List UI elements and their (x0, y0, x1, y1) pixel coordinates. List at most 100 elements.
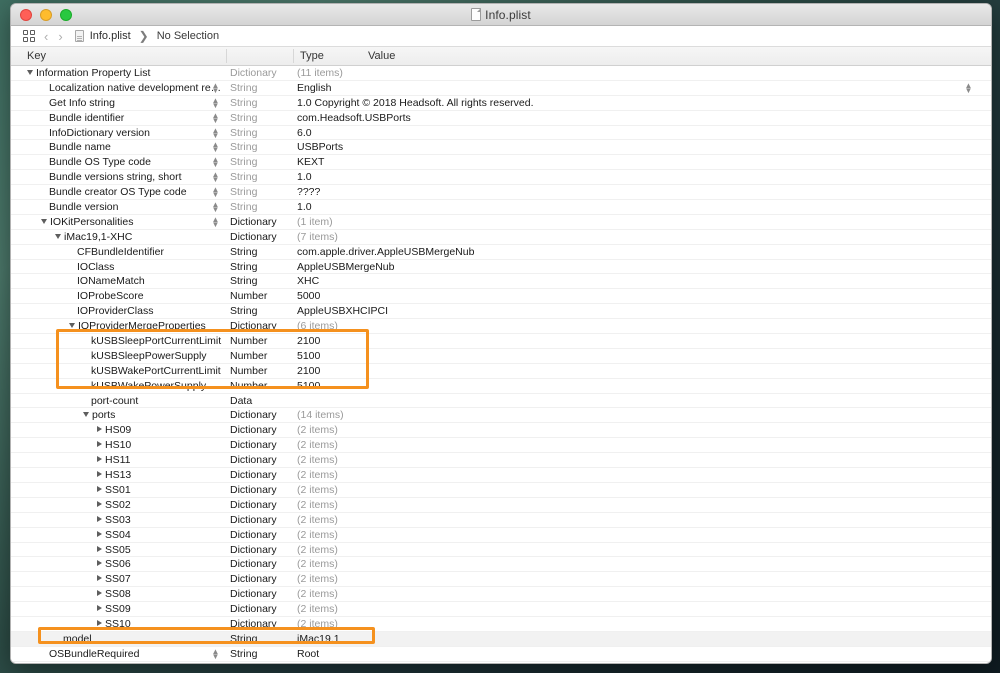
disclosure-triangle-open-icon[interactable] (69, 323, 75, 329)
disclosure-triangle-open-icon[interactable] (27, 70, 33, 75)
row-type[interactable]: String (230, 127, 257, 139)
row-key[interactable]: Bundle creator OS Type code (41, 186, 187, 198)
disclosure-triangle-closed-icon[interactable] (97, 530, 102, 537)
row-type[interactable]: String (230, 275, 257, 287)
breadcrumb-file[interactable]: Info.plist (90, 30, 131, 42)
row-type[interactable]: Dictionary (230, 67, 277, 79)
row-value[interactable]: (14 items) (297, 409, 344, 421)
row-value[interactable]: (2 items) (297, 469, 338, 481)
table-row[interactable]: IOProviderClass String AppleUSBXHCIPCI (11, 304, 991, 320)
row-key[interactable]: Bundle version (41, 201, 118, 213)
table-row[interactable]: SS08 Dictionary (2 items) (11, 587, 991, 603)
row-type[interactable]: String (230, 305, 257, 317)
row-key[interactable]: iMac19,1-XHC (55, 231, 132, 243)
disclosure-triangle-closed-icon[interactable] (97, 545, 102, 552)
row-key[interactable]: HS13 (97, 469, 131, 481)
row-value[interactable]: USBPorts (297, 141, 343, 153)
type-stepper-icon[interactable]: ▲ ▼ (211, 126, 220, 140)
row-type[interactable]: Number (230, 380, 267, 392)
disclosure-triangle-closed-icon[interactable] (97, 590, 102, 597)
row-value[interactable]: Root (297, 648, 319, 660)
type-stepper-icon[interactable]: ▲ ▼ (211, 111, 220, 125)
table-row[interactable]: Bundle OS Type code ▲ ▼ String KEXT (11, 155, 991, 171)
row-type[interactable]: Dictionary (230, 424, 277, 436)
row-key[interactable]: SS03 (97, 514, 131, 526)
table-row[interactable]: SS04 Dictionary (2 items) (11, 528, 991, 543)
row-value[interactable]: 1.0 (297, 201, 312, 213)
type-stepper-icon[interactable]: ▲ ▼ (211, 81, 220, 95)
row-key[interactable]: HS09 (97, 424, 131, 436)
type-stepper-icon[interactable]: ▲ ▼ (211, 215, 220, 229)
row-value[interactable]: 1.0 (297, 171, 312, 183)
row-value[interactable]: (2 items) (297, 573, 338, 585)
table-row[interactable]: SS05 Dictionary (2 items) (11, 543, 991, 558)
row-type[interactable]: Dictionary (230, 573, 277, 585)
row-type[interactable]: Number (230, 290, 267, 302)
row-value[interactable]: AppleUSBXHCIPCI (297, 305, 388, 317)
table-row[interactable]: port-count Data (11, 394, 991, 409)
row-type[interactable]: Dictionary (230, 469, 277, 481)
row-type[interactable]: Dictionary (230, 529, 277, 541)
row-value[interactable]: (2 items) (297, 588, 338, 600)
row-value[interactable]: (6 items) (297, 320, 338, 332)
row-key[interactable]: IOProbeScore (69, 290, 144, 302)
row-type[interactable]: String (230, 633, 257, 645)
row-type[interactable]: String (230, 112, 257, 124)
row-type[interactable]: String (230, 156, 257, 168)
table-row[interactable]: SS10 Dictionary (2 items) (11, 617, 991, 632)
row-type[interactable]: Dictionary (230, 618, 277, 630)
row-type[interactable]: Number (230, 335, 267, 347)
disclosure-triangle-closed-icon[interactable] (97, 619, 102, 626)
table-row[interactable]: Information Property List Dictionary (11 i… (11, 66, 991, 81)
row-key[interactable]: IOProviderClass (69, 305, 153, 317)
row-key[interactable]: IOKitPersonalities (41, 216, 133, 228)
row-value[interactable]: 2100 (297, 335, 320, 347)
row-value[interactable]: com.apple.driver.AppleUSBMergeNub (297, 246, 474, 258)
row-key[interactable]: kUSBSleepPowerSupply (83, 350, 207, 362)
table-row[interactable]: SS09 Dictionary (2 items) (11, 602, 991, 617)
type-stepper-icon[interactable]: ▲ ▼ (211, 96, 220, 110)
row-key[interactable]: SS07 (97, 573, 131, 585)
row-type[interactable]: Dictionary (230, 588, 277, 600)
row-value[interactable]: 5100 (297, 350, 320, 362)
disclosure-triangle-closed-icon[interactable] (97, 456, 102, 463)
row-value[interactable]: (2 items) (297, 514, 338, 526)
type-stepper-icon[interactable]: ▲ ▼ (211, 141, 220, 154)
table-row[interactable]: SS07 Dictionary (2 items) (11, 572, 991, 588)
row-type[interactable]: Dictionary (230, 499, 277, 511)
disclosure-triangle-closed-icon[interactable] (97, 485, 102, 492)
table-row[interactable]: kUSBSleepPowerSupply Number 5100 (11, 349, 991, 364)
row-key[interactable]: HS11 (97, 454, 131, 466)
row-key[interactable]: SS05 (97, 544, 131, 556)
table-row[interactable]: SS03 Dictionary (2 items) (11, 513, 991, 528)
table-row[interactable]: IOProviderMergeProperties Dictionary (6 it… (11, 319, 991, 335)
row-key[interactable]: SS04 (97, 529, 131, 541)
table-row[interactable]: SS02 Dictionary (2 items) (11, 498, 991, 513)
table-row[interactable]: Bundle name ▲ ▼ String USBPorts (11, 140, 991, 156)
row-type[interactable]: Dictionary (230, 603, 277, 615)
row-value[interactable]: (2 items) (297, 558, 338, 570)
row-key[interactable]: IONameMatch (69, 275, 145, 287)
table-row[interactable]: HS10 Dictionary (2 items) (11, 438, 991, 454)
table-row[interactable]: InfoDictionary version ▲ ▼ String 6.0 (11, 126, 991, 141)
row-type[interactable]: Dictionary (230, 514, 277, 526)
row-key[interactable]: Bundle OS Type code (41, 156, 151, 168)
disclosure-triangle-closed-icon[interactable] (97, 575, 102, 582)
row-key[interactable]: SS02 (97, 499, 131, 511)
row-type[interactable]: Dictionary (230, 439, 277, 451)
row-type[interactable]: Dictionary (230, 216, 277, 228)
row-key[interactable]: SS10 (97, 618, 131, 630)
grid-icon[interactable] (23, 29, 36, 43)
row-value[interactable]: (2 items) (297, 484, 338, 496)
row-type[interactable]: Dictionary (230, 231, 277, 243)
row-key[interactable]: OSBundleRequired (41, 648, 139, 660)
row-type[interactable]: Dictionary (230, 320, 277, 332)
row-type[interactable]: Dictionary (230, 409, 277, 421)
row-value[interactable]: English (297, 82, 331, 94)
row-type[interactable]: Number (230, 350, 267, 362)
row-key[interactable]: kUSBSleepPortCurrentLimit (83, 335, 221, 347)
row-type[interactable]: Dictionary (230, 558, 277, 570)
forward-icon[interactable]: › (56, 30, 64, 43)
row-value[interactable]: AppleUSBMergeNub (297, 261, 394, 273)
breadcrumb-selection[interactable]: No Selection (157, 30, 219, 42)
